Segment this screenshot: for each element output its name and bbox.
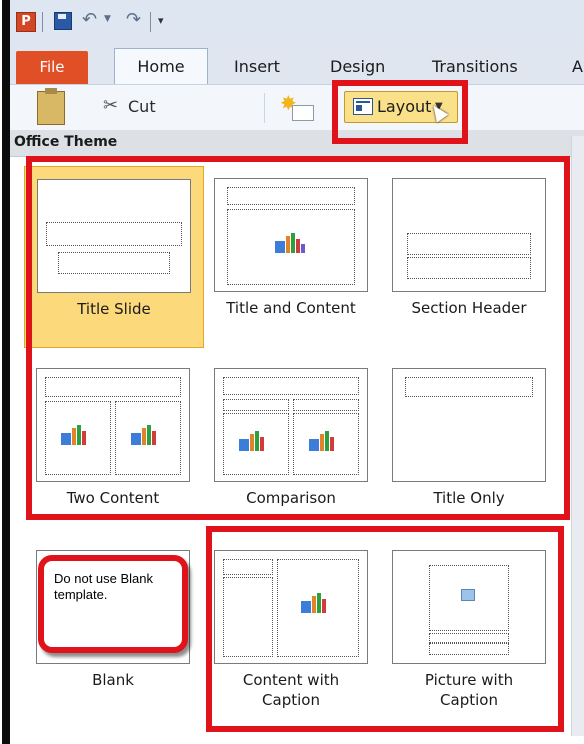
- tab-design[interactable]: Design: [330, 57, 385, 76]
- slide-page-icon: [292, 105, 314, 121]
- qat-divider: [150, 12, 151, 32]
- tab-animations-partial[interactable]: A: [572, 57, 583, 76]
- tab-home[interactable]: Home: [114, 48, 208, 85]
- quick-access-toolbar: P ↶ ▼ ↷ ▾: [10, 0, 584, 42]
- warning-callout: Do not use Blank template.: [38, 555, 188, 653]
- new-slide-icon[interactable]: ✸: [280, 91, 314, 121]
- paste-icon[interactable]: [37, 88, 65, 125]
- customize-qat-icon[interactable]: ▾: [158, 14, 164, 27]
- qat-divider: [42, 12, 43, 32]
- highlight-layout-button: [332, 80, 468, 144]
- undo-icon[interactable]: ↶: [82, 9, 97, 30]
- undo-dropdown-icon[interactable]: ▼: [104, 14, 111, 24]
- ribbon-group-divider: [264, 93, 265, 123]
- layout-label: Blank: [92, 671, 134, 689]
- gallery-title: Office Theme: [14, 134, 118, 150]
- tab-transitions[interactable]: Transitions: [432, 57, 518, 76]
- highlight-recommended-layouts: [26, 156, 570, 520]
- cut-button-label[interactable]: Cut: [128, 97, 156, 116]
- callout-text: Do not use Blank template.: [54, 571, 154, 602]
- home-ribbon: ✂ Cut ✸ Layout ▼: [10, 84, 584, 131]
- cut-icon[interactable]: ✂: [103, 95, 118, 116]
- gallery-scrollbar[interactable]: [571, 136, 584, 736]
- redo-icon[interactable]: ↷: [126, 9, 141, 30]
- ribbon-tabs: File Home Insert Design Transitions A: [10, 42, 584, 85]
- save-icon[interactable]: [54, 12, 72, 30]
- powerpoint-app-icon[interactable]: P: [16, 12, 36, 32]
- powerpoint-window: P ↶ ▼ ↷ ▾ File Home Insert Design Transi…: [10, 0, 584, 744]
- highlight-caption-layouts: [206, 526, 564, 732]
- tab-file[interactable]: File: [16, 51, 88, 84]
- gallery-header: Office Theme: [10, 130, 584, 157]
- tab-insert[interactable]: Insert: [234, 57, 280, 76]
